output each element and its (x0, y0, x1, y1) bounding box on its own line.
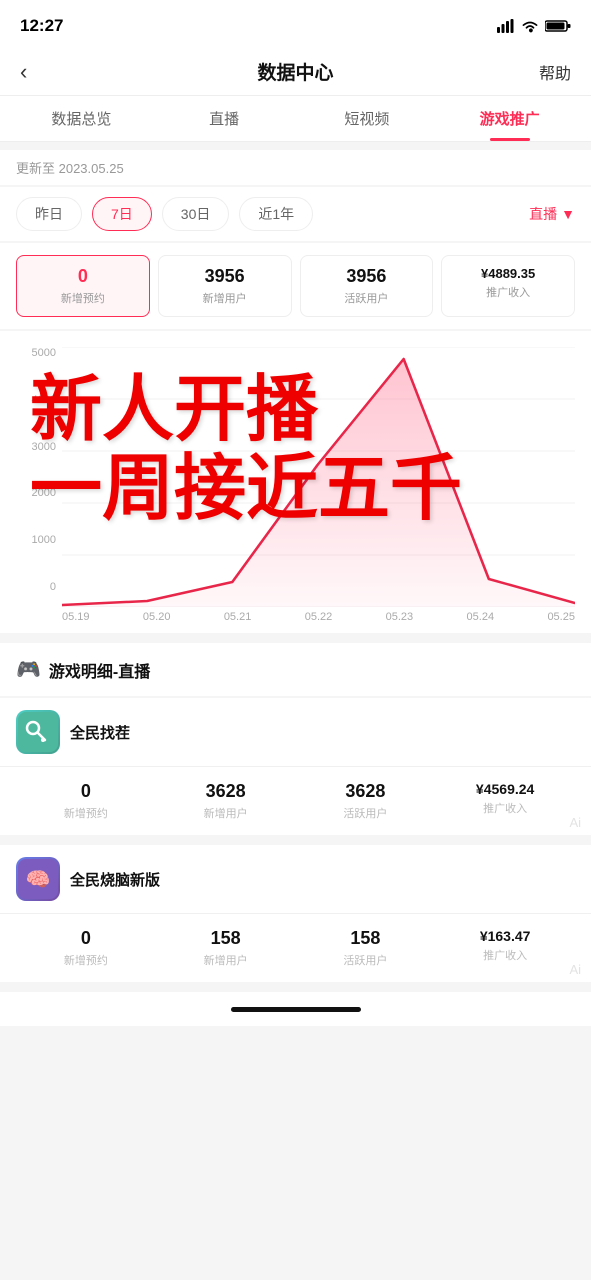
tab-live[interactable]: 直播 (153, 96, 296, 141)
filter-7days[interactable]: 7日 (92, 197, 152, 231)
x-label-0524: 05.24 (467, 611, 495, 623)
game-1-stat-label-reservation: 新增预约 (16, 805, 156, 821)
game-controller-icon: 🎮 (16, 657, 41, 682)
game-card-2: 🧠 全民烧脑新版 0 新增预约 158 新增用户 158 活跃用户 ¥163.4… (0, 845, 591, 982)
game-1-stat-label-revenue: 推广收入 (435, 800, 575, 816)
x-label-0525: 05.25 (547, 611, 575, 623)
x-label-0520: 05.20 (143, 611, 171, 623)
game-2-stat-value-revenue: ¥163.47 (435, 928, 575, 944)
chevron-down-icon: ▼ (561, 206, 575, 222)
game-1-stat-label-new-users: 新增用户 (156, 805, 296, 821)
chart-svg-area (62, 347, 575, 607)
game-1-icon (18, 712, 58, 752)
stat-value-revenue: ¥4889.35 (450, 266, 566, 281)
game-1-thumb (16, 710, 60, 754)
game-1-stat-label-active-users: 活跃用户 (296, 805, 436, 821)
game-2-thumb: 🧠 (16, 857, 60, 901)
game-2-name: 全民烧脑新版 (70, 869, 160, 890)
status-icons (497, 19, 571, 33)
wifi-icon (521, 19, 539, 33)
game-2-stat-reservation: 0 新增预约 (16, 928, 156, 968)
game-2-stat-label-revenue: 推广收入 (435, 947, 575, 963)
stat-value-active-users: 3956 (309, 266, 425, 287)
filter-type-label: 直播 (529, 204, 557, 224)
game-card-1-header: 全民找茬 (0, 698, 591, 767)
game-1-stat-new-users: 3628 新增用户 (156, 781, 296, 821)
game-2-stat-label-active-users: 活跃用户 (296, 952, 436, 968)
line-chart (62, 347, 575, 607)
update-text: 更新至 2023.05.25 (16, 161, 124, 176)
game-section-header: 🎮 游戏明细-直播 (0, 643, 591, 696)
y-label-5000: 5000 (16, 347, 56, 359)
stat-label-active-users: 活跃用户 (309, 290, 425, 306)
game-2-icon: 🧠 (18, 859, 58, 899)
svg-text:🧠: 🧠 (26, 869, 51, 891)
filter-1year[interactable]: 近1年 (239, 197, 313, 231)
filter-bar: 昨日 7日 30日 近1年 直播 ▼ (0, 187, 591, 241)
stat-card-new-reservation: 0 新增预约 (16, 255, 150, 317)
game-1-stat-reservation: 0 新增预约 (16, 781, 156, 821)
filter-yesterday[interactable]: 昨日 (16, 197, 82, 231)
update-bar: 更新至 2023.05.25 (0, 150, 591, 185)
game-2-stat-active-users: 158 活跃用户 (296, 928, 436, 968)
stats-row: 0 新增预约 3956 新增用户 3956 活跃用户 ¥4889.35 推广收入 (0, 243, 591, 329)
stat-value-reservation: 0 (25, 266, 141, 287)
game-1-stat-value-revenue: ¥4569.24 (435, 781, 575, 797)
y-axis: 5000 4000 3000 2000 1000 0 (16, 347, 56, 593)
stat-card-revenue: ¥4889.35 推广收入 (441, 255, 575, 317)
game-2-stat-label-new-users: 新增用户 (156, 952, 296, 968)
tab-overview[interactable]: 数据总览 (10, 96, 153, 141)
game-2-stat-value-active-users: 158 (296, 928, 436, 949)
game-1-stat-revenue: ¥4569.24 推广收入 (435, 781, 575, 821)
y-label-4000: 4000 (16, 394, 56, 406)
game-1-name: 全民找茬 (70, 722, 130, 743)
game-1-stat-value-reservation: 0 (16, 781, 156, 802)
game-2-stat-new-users: 158 新增用户 (156, 928, 296, 968)
y-label-3000: 3000 (16, 441, 56, 453)
x-label-0521: 05.21 (224, 611, 252, 623)
signal-icon (497, 19, 515, 33)
home-indicator (231, 1007, 361, 1012)
game-2-stat-revenue: ¥163.47 推广收入 (435, 928, 575, 968)
page-title: 数据中心 (257, 58, 333, 85)
status-bar: 12:27 (0, 0, 591, 48)
bottom-bar (0, 992, 591, 1026)
filter-type-selector[interactable]: 直播 ▼ (529, 204, 575, 224)
stat-label-revenue: 推广收入 (450, 284, 566, 300)
y-label-2000: 2000 (16, 487, 56, 499)
game-2-stats: 0 新增预约 158 新增用户 158 活跃用户 ¥163.47 推广收入 Ai (0, 914, 591, 982)
x-label-0523: 05.23 (386, 611, 414, 623)
game-1-stat-active-users: 3628 活跃用户 (296, 781, 436, 821)
game-1-stat-value-new-users: 3628 (156, 781, 296, 802)
tab-game-promo[interactable]: 游戏推广 (438, 96, 581, 141)
game-card-2-header: 🧠 全民烧脑新版 (0, 845, 591, 914)
spacer-1 (0, 835, 591, 843)
y-label-0: 0 (16, 581, 56, 593)
x-label-0519: 05.19 (62, 611, 90, 623)
game-card-1: 全民找茬 0 新增预约 3628 新增用户 3628 活跃用户 ¥4569.24… (0, 698, 591, 835)
game-2-stat-value-new-users: 158 (156, 928, 296, 949)
game-2-stat-label-reservation: 新增预约 (16, 952, 156, 968)
help-button[interactable]: 帮助 (531, 60, 571, 84)
stat-label-reservation: 新增预约 (25, 290, 141, 306)
stat-label-new-users: 新增用户 (167, 290, 283, 306)
stat-value-new-users: 3956 (167, 266, 283, 287)
back-button[interactable]: ‹ (20, 59, 60, 85)
filter-30days[interactable]: 30日 (162, 197, 230, 231)
tab-short-video[interactable]: 短视频 (296, 96, 439, 141)
stat-card-active-users: 3956 活跃用户 (300, 255, 434, 317)
game-section-title: 游戏明细-直播 (49, 658, 150, 682)
status-time: 12:27 (20, 16, 63, 36)
x-label-0522: 05.22 (305, 611, 333, 623)
tabs-bar: 数据总览 直播 短视频 游戏推广 (0, 96, 591, 142)
header: ‹ 数据中心 帮助 (0, 48, 591, 96)
battery-icon (545, 19, 571, 33)
stat-card-new-users: 3956 新增用户 (158, 255, 292, 317)
x-axis: 05.19 05.20 05.21 05.22 05.23 05.24 05.2… (62, 607, 575, 623)
game-1-stats: 0 新增预约 3628 新增用户 3628 活跃用户 ¥4569.24 推广收入… (0, 767, 591, 835)
chart-container: 新人开播 一周接近五千 5000 4000 3000 2000 1000 0 (0, 331, 591, 633)
game-2-stat-value-reservation: 0 (16, 928, 156, 949)
game-1-stat-value-active-users: 3628 (296, 781, 436, 802)
y-label-1000: 1000 (16, 534, 56, 546)
